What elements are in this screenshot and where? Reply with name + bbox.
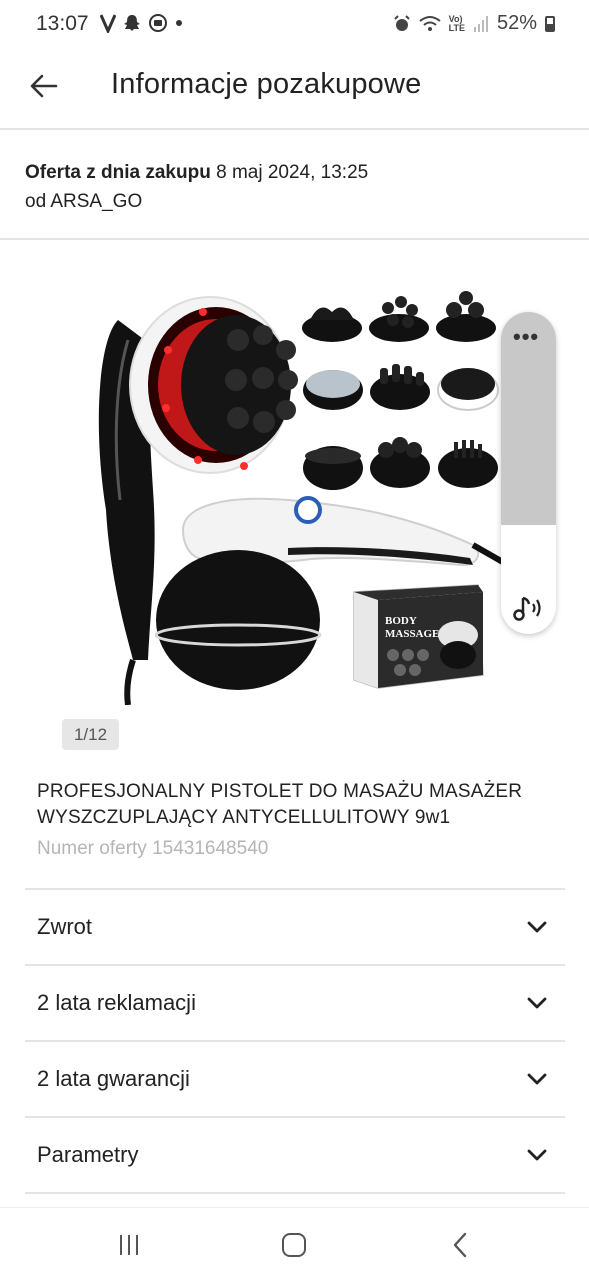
music-sound-icon[interactable] xyxy=(512,594,546,627)
accordion-complaint[interactable]: 2 lata reklamacji xyxy=(25,966,565,1042)
battery-icon xyxy=(545,15,555,32)
offer-seller: od ARSA_GO xyxy=(25,191,143,212)
accordion-parameters[interactable]: Parametry xyxy=(25,1118,565,1194)
info-accordion: Zwrot 2 lata reklamacji 2 lata gwarancji… xyxy=(25,888,565,1194)
divider xyxy=(0,238,589,240)
volte-icon: Vo) LTE xyxy=(448,13,465,33)
snapchat-icon xyxy=(124,15,140,31)
accordion-return[interactable]: Zwrot xyxy=(25,890,565,966)
home-icon xyxy=(282,1233,306,1257)
accordion-label: 2 lata gwarancji xyxy=(37,1066,190,1091)
nav-back-icon xyxy=(453,1232,467,1258)
status-time: 13:07 xyxy=(36,12,89,35)
offer-number: Numer oferty 15431648540 xyxy=(37,838,269,859)
signal-icon xyxy=(473,15,488,32)
app-bar: Informacje pozakupowe xyxy=(0,48,589,130)
more-dots-icon[interactable]: ••• xyxy=(513,326,539,348)
offer-date-value: 8 maj 2024, 13:25 xyxy=(216,162,369,183)
system-nav-bar xyxy=(0,1207,589,1279)
chevron-down-icon xyxy=(527,921,547,933)
back-button[interactable] xyxy=(22,68,66,104)
dot-icon xyxy=(176,20,182,26)
offer-info: Oferta z dnia zakupu 8 maj 2024, 13:25 o… xyxy=(25,158,368,216)
recents-icon xyxy=(120,1235,138,1255)
accordion-label: Parametry xyxy=(37,1142,139,1167)
home-button[interactable] xyxy=(274,1230,314,1260)
product-title: PROFESJONALNY PISTOLET DO MASAŻU MASAŻER… xyxy=(37,781,523,828)
recents-button[interactable] xyxy=(109,1230,149,1260)
whatsapp-icon xyxy=(149,14,167,32)
nav-back-button[interactable] xyxy=(440,1230,480,1260)
product-image[interactable]: BODY MASSAGER xyxy=(88,280,510,706)
back-arrow-icon xyxy=(30,74,58,98)
accordion-label: Zwrot xyxy=(37,914,92,939)
offer-date-line: Oferta z dnia zakupu 8 maj 2024, 13:25 xyxy=(25,158,368,187)
accordion-warranty[interactable]: 2 lata gwarancji xyxy=(25,1042,565,1118)
status-system-icons: Vo) LTE 52% xyxy=(393,12,555,35)
chevron-down-icon xyxy=(527,1149,547,1161)
battery-percent: 52% xyxy=(496,12,537,34)
image-counter: 1/12 xyxy=(62,719,119,750)
wifi-icon xyxy=(419,15,441,31)
status-notification-icons xyxy=(100,13,184,33)
alarm-icon xyxy=(393,14,410,31)
v-app-icon xyxy=(100,14,116,33)
status-bar: 13:07 Vo) LTE 52% xyxy=(0,0,589,48)
accordion-label: 2 lata reklamacji xyxy=(37,990,196,1015)
chevron-down-icon xyxy=(527,997,547,1009)
floating-side-panel[interactable]: ••• xyxy=(501,312,556,634)
chevron-down-icon xyxy=(527,1073,547,1085)
offer-date-label: Oferta z dnia zakupu xyxy=(25,162,211,183)
massager-illustration: BODY MASSAGER xyxy=(98,291,510,706)
page-title: Informacje pozakupowe xyxy=(111,68,422,100)
box-label-line1: BODY xyxy=(385,615,417,627)
